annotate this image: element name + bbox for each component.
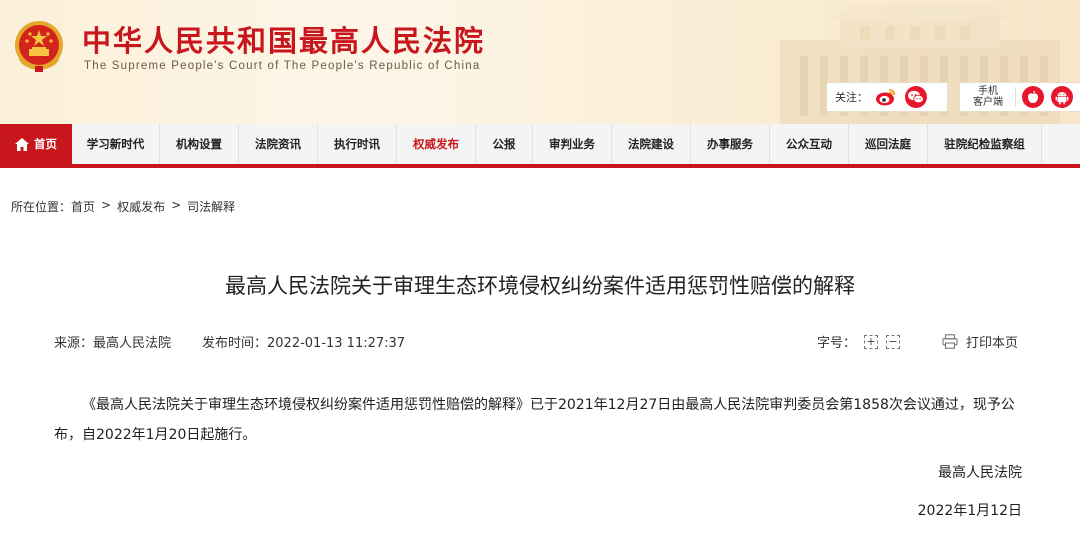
- nav-item-public-interaction[interactable]: 公众互动: [770, 124, 849, 164]
- print-label: 打印本页: [966, 336, 1019, 351]
- nav-item-authoritative-release[interactable]: 权威发布: [397, 124, 476, 164]
- nav-item-discipline-inspection[interactable]: 驻院纪检监察组: [928, 124, 1042, 164]
- site-header: 中华人民共和国最高人民法院 The Supreme People's Court…: [0, 0, 1080, 124]
- mobile-app-label-line1: 手机: [978, 86, 998, 97]
- nav-item-enforcement-news[interactable]: 执行时讯: [318, 124, 397, 164]
- font-size-label: 字号：: [817, 336, 857, 351]
- weibo-icon[interactable]: [874, 85, 898, 109]
- breadcrumb-prefix: 所在位置：首页: [11, 198, 95, 215]
- breadcrumb-home[interactable]: 首页: [71, 200, 95, 214]
- font-decrease-button[interactable]: −: [886, 334, 901, 349]
- mobile-app-panel: 手机 客户端: [959, 82, 1080, 112]
- nav-item-study[interactable]: 学习新时代: [72, 124, 160, 164]
- breadcrumb-authoritative-release[interactable]: 权威发布: [117, 198, 165, 215]
- signature-date: 2022年1月12日: [917, 503, 1022, 519]
- breadcrumb: 所在位置：首页 > 权威发布 > 司法解释: [11, 198, 235, 215]
- nav-item-gazette[interactable]: 公报: [476, 124, 533, 164]
- nav-item-services[interactable]: 办事服务: [691, 124, 770, 164]
- emblem-icon: [15, 21, 63, 72]
- breadcrumb-separator: >: [101, 198, 112, 212]
- wechat-icon[interactable]: [904, 85, 928, 109]
- follow-label: 关注：: [835, 91, 868, 104]
- breadcrumb-prefix-label: 所在位置：: [11, 200, 72, 214]
- nav-item-court-news[interactable]: 法院资讯: [239, 124, 318, 164]
- divider: [1015, 87, 1016, 107]
- print-button[interactable]: 打印本页: [942, 332, 1018, 351]
- nav-item-home[interactable]: 首页: [0, 124, 72, 164]
- font-size-control: 字号： + −: [817, 332, 901, 351]
- nav-item-organization[interactable]: 机构设置: [160, 124, 239, 164]
- site-title: 中华人民共和国最高人民法院: [82, 24, 486, 58]
- home-icon: [15, 137, 29, 151]
- apple-icon[interactable]: [1021, 85, 1045, 109]
- nav-item-court-construction[interactable]: 法院建设: [612, 124, 691, 164]
- android-icon[interactable]: [1050, 85, 1074, 109]
- article-title: 最高人民法院关于审理生态环境侵权纠纷案件适用惩罚性赔偿的解释: [225, 274, 855, 298]
- nav-item-label: 首页: [34, 137, 57, 151]
- follow-panel: 关注：: [826, 82, 948, 112]
- article-publish-time: 发布时间：2022-01-13 11:27:37: [202, 336, 406, 351]
- printer-icon: [942, 334, 958, 349]
- signature-organization: 最高人民法院: [938, 465, 1022, 481]
- site-subtitle: The Supreme People's Court of The People…: [84, 60, 481, 72]
- article-body: 《最高人民法院关于审理生态环境侵权纠纷案件适用惩罚性赔偿的解释》已于2021年1…: [54, 397, 1015, 443]
- font-increase-button[interactable]: +: [864, 334, 879, 349]
- mobile-app-label-line2: 客户端: [973, 97, 1003, 108]
- main-nav: 首页 学习新时代 机构设置 法院资讯 执行时讯 权威发布 公报 审判业务 法院建…: [0, 124, 1080, 168]
- breadcrumb-separator: >: [171, 198, 182, 212]
- breadcrumb-judicial-interpretation[interactable]: 司法解释: [187, 198, 235, 215]
- nav-item-circuit-court[interactable]: 巡回法庭: [849, 124, 928, 164]
- nav-item-trial-business[interactable]: 审判业务: [533, 124, 612, 164]
- article-source: 来源：最高人民法院: [54, 336, 172, 351]
- mobile-app-label: 手机 客户端: [966, 86, 1010, 108]
- article-meta: 来源：最高人民法院 发布时间：2022-01-13 11:27:37 字号： +…: [54, 332, 1024, 352]
